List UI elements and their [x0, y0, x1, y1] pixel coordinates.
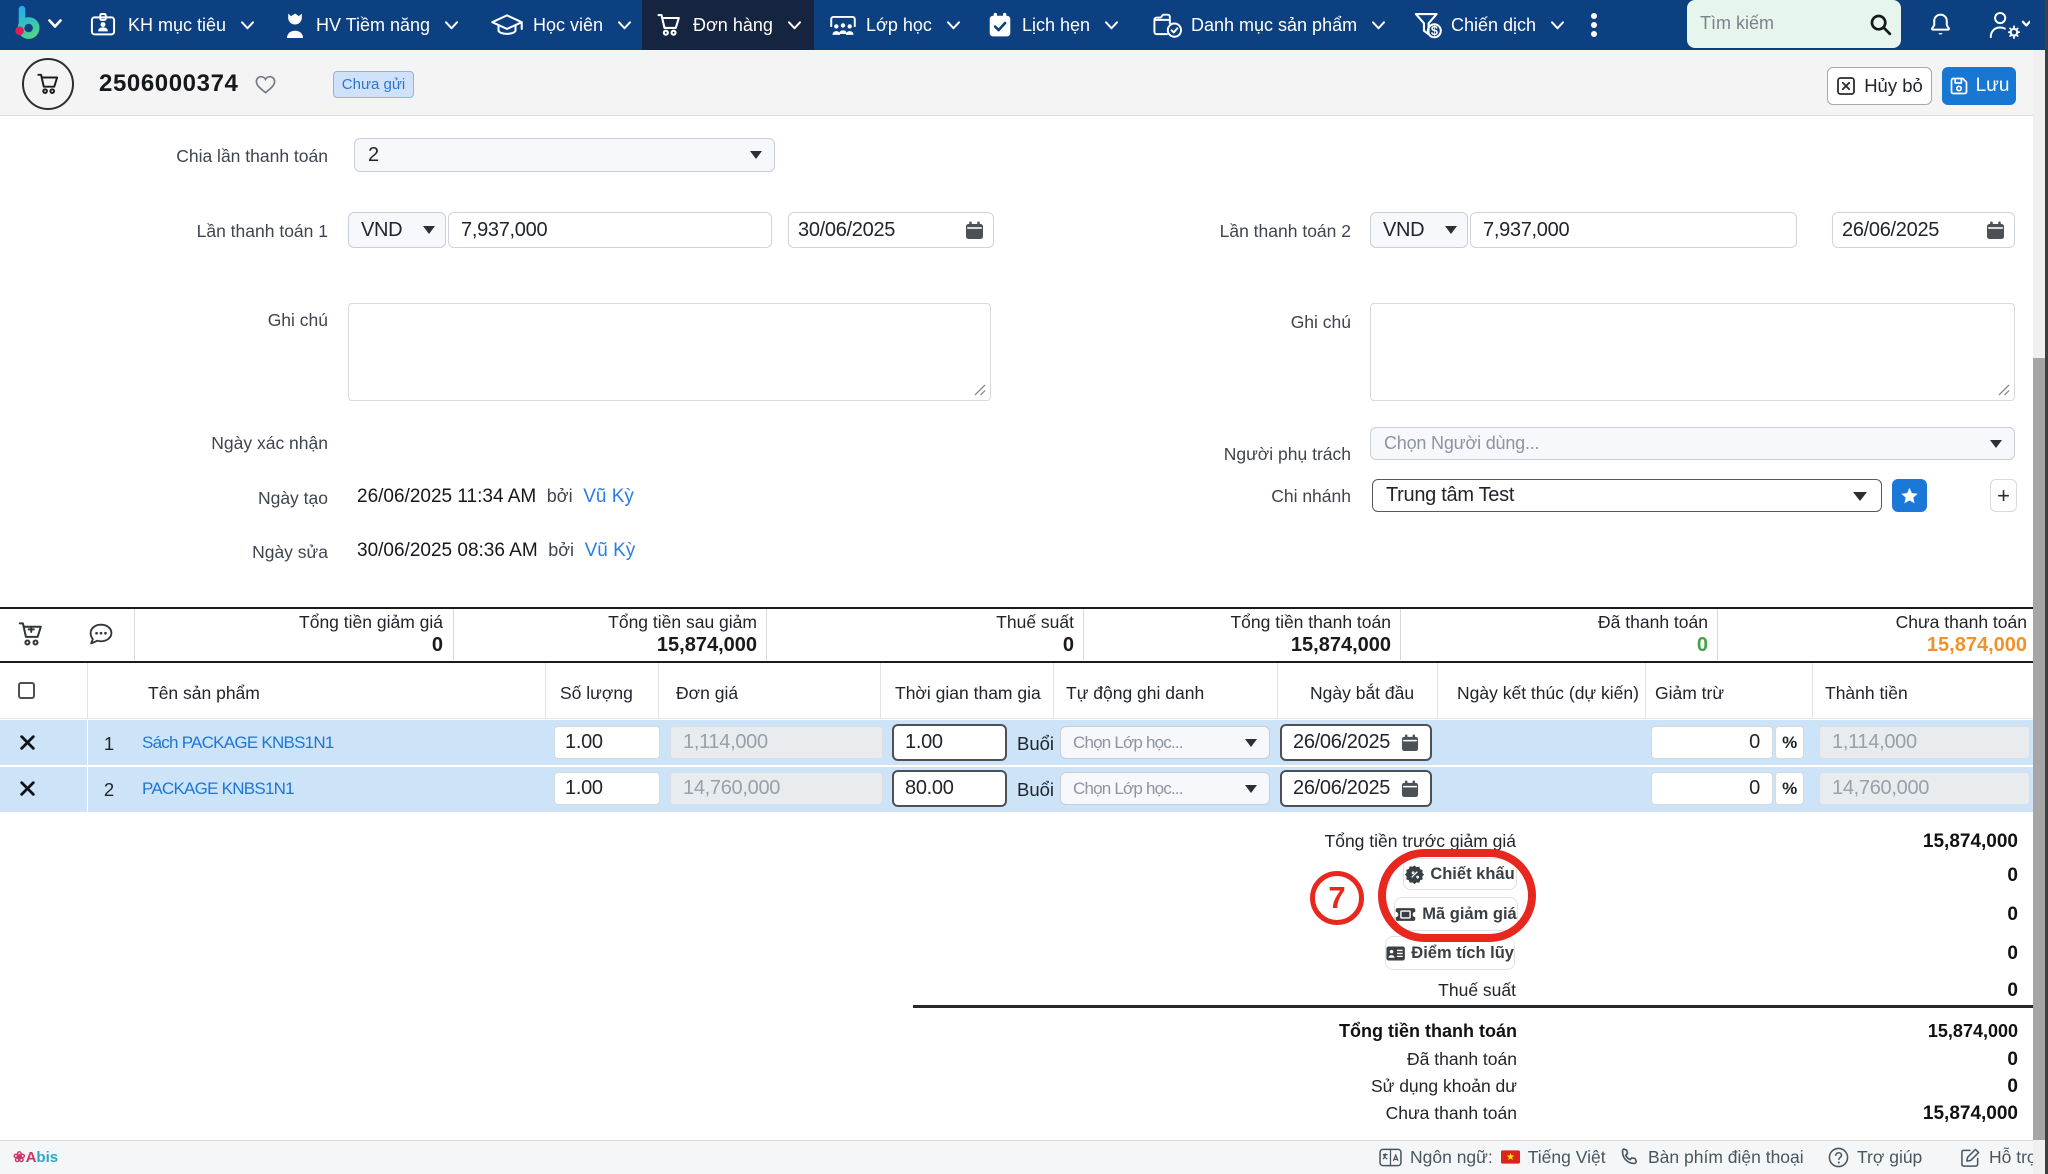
svg-text:$: $	[1431, 24, 1438, 38]
